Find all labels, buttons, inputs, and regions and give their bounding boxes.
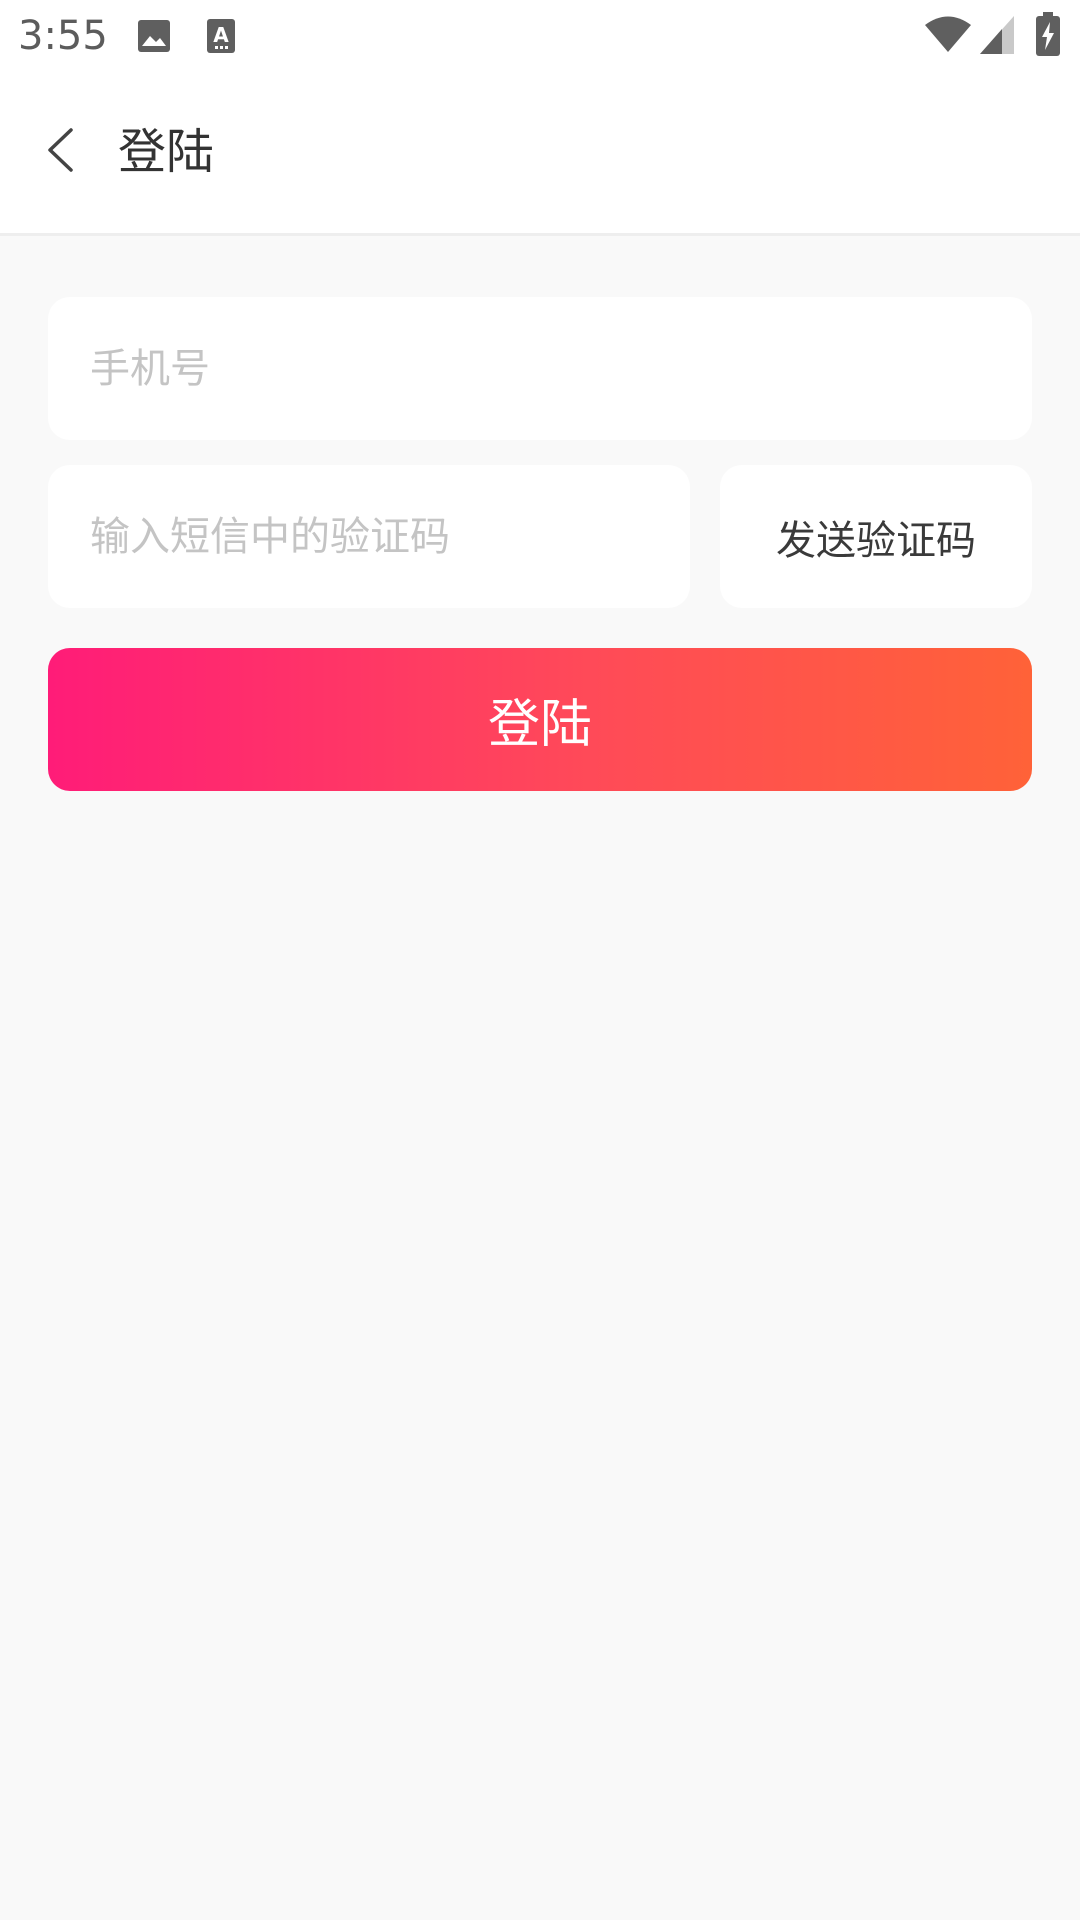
login-button[interactable]: 登陆	[48, 648, 1032, 791]
svg-text:A: A	[213, 23, 229, 47]
text-recognition-icon: A	[206, 18, 236, 58]
status-time: 3:55	[18, 13, 108, 59]
verification-code-input[interactable]	[48, 465, 690, 608]
login-button-label: 登陆	[487, 695, 592, 755]
status-bar: 3:55 A	[0, 0, 1080, 72]
image-icon	[136, 18, 172, 58]
page-title: 登陆	[118, 124, 215, 180]
back-arrow-icon	[45, 127, 75, 177]
send-code-label: 发送验证码	[776, 517, 976, 564]
phone-input[interactable]	[48, 297, 1032, 440]
back-button[interactable]	[30, 112, 90, 192]
cell-signal-icon	[980, 16, 1014, 58]
wifi-icon	[924, 16, 972, 58]
battery-charging-icon	[1036, 12, 1060, 60]
app-header: 登陆	[0, 72, 1080, 236]
send-code-button[interactable]: 发送验证码	[720, 465, 1032, 608]
